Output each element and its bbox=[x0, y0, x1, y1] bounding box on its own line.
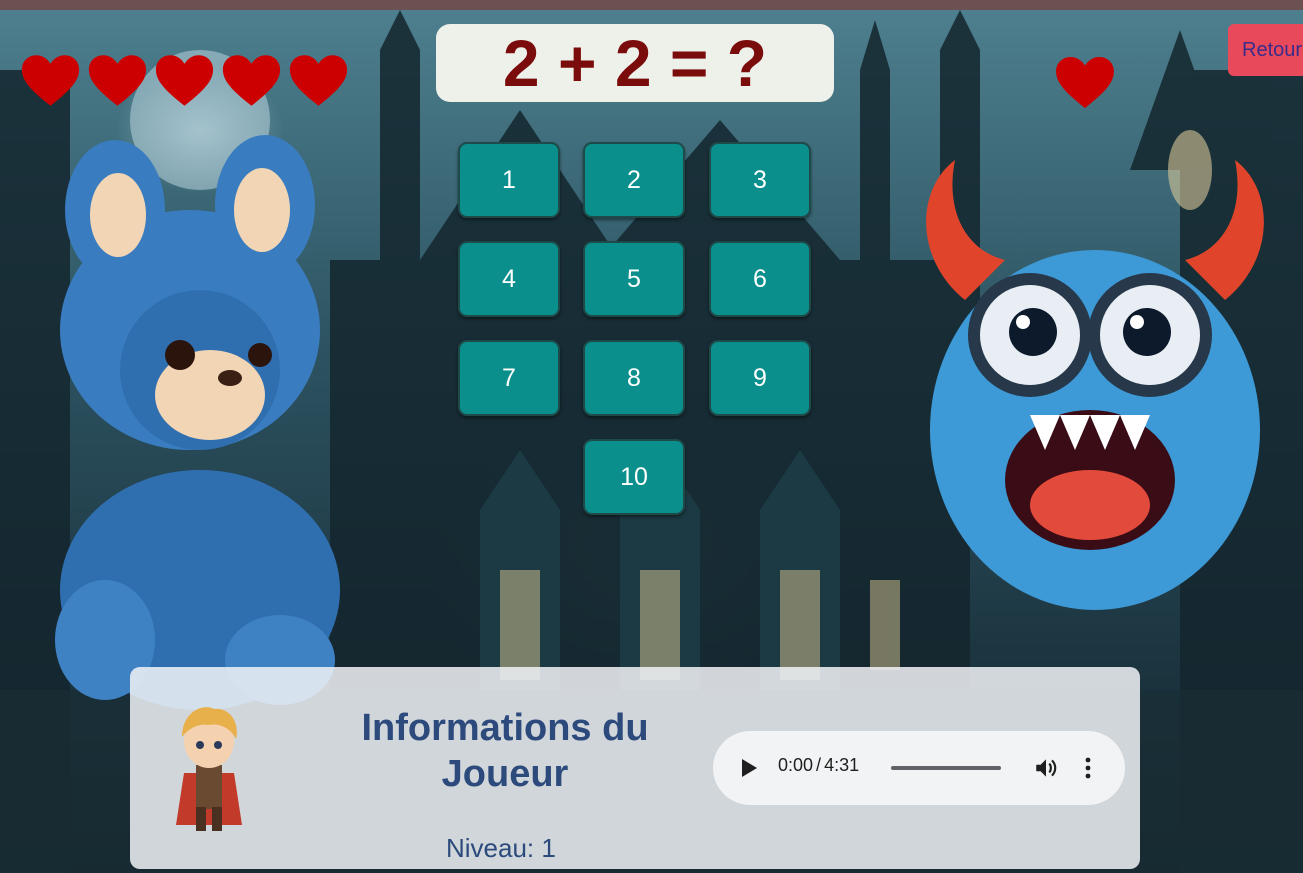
audio-current-time: 0:00 bbox=[778, 755, 814, 775]
level-value: 1 bbox=[541, 833, 556, 863]
volume-icon[interactable] bbox=[1033, 755, 1059, 781]
audio-progress-bar[interactable] bbox=[891, 766, 1001, 770]
answer-button-10[interactable]: 10 bbox=[583, 439, 685, 515]
heart-icon bbox=[1056, 56, 1114, 109]
math-question: 2 + 2 = ? bbox=[436, 24, 834, 102]
player-info-title: Informations du Joueur bbox=[361, 707, 649, 795]
player-level: Niveau: 1 bbox=[446, 833, 556, 864]
player-bear-character bbox=[55, 135, 340, 710]
player-info-panel: Informations du Joueur Niveau: 1 0:00/4:… bbox=[130, 667, 1140, 869]
enemy-monster-character bbox=[926, 160, 1264, 610]
heart-icon bbox=[222, 55, 281, 106]
answer-button-6[interactable]: 6 bbox=[709, 241, 811, 317]
player-avatar bbox=[176, 707, 242, 831]
level-label: Niveau: bbox=[446, 833, 535, 863]
heart-icon bbox=[88, 55, 147, 106]
more-vert-icon[interactable] bbox=[1085, 757, 1091, 779]
back-button[interactable]: Retour bbox=[1228, 24, 1303, 76]
enemy-lives bbox=[1054, 56, 1116, 110]
answer-button-4[interactable]: 4 bbox=[458, 241, 560, 317]
answer-button-2[interactable]: 2 bbox=[583, 142, 685, 218]
play-icon[interactable] bbox=[741, 759, 757, 777]
answer-button-3[interactable]: 3 bbox=[709, 142, 811, 218]
answer-button-5[interactable]: 5 bbox=[583, 241, 685, 317]
audio-duration: 4:31 bbox=[824, 755, 860, 775]
answer-button-9[interactable]: 9 bbox=[709, 340, 811, 416]
heart-icon bbox=[289, 55, 348, 106]
audio-time-separator: / bbox=[816, 755, 822, 775]
audio-player: 0:00/4:31 bbox=[713, 731, 1125, 805]
heart-icon bbox=[155, 55, 214, 106]
heart-icon bbox=[21, 55, 80, 106]
audio-time: 0:00/4:31 bbox=[778, 755, 859, 776]
answer-button-8[interactable]: 8 bbox=[583, 340, 685, 416]
window-top-bar bbox=[0, 0, 1303, 10]
answer-button-1[interactable]: 1 bbox=[458, 142, 560, 218]
player-lives bbox=[20, 54, 349, 108]
answer-button-7[interactable]: 7 bbox=[458, 340, 560, 416]
